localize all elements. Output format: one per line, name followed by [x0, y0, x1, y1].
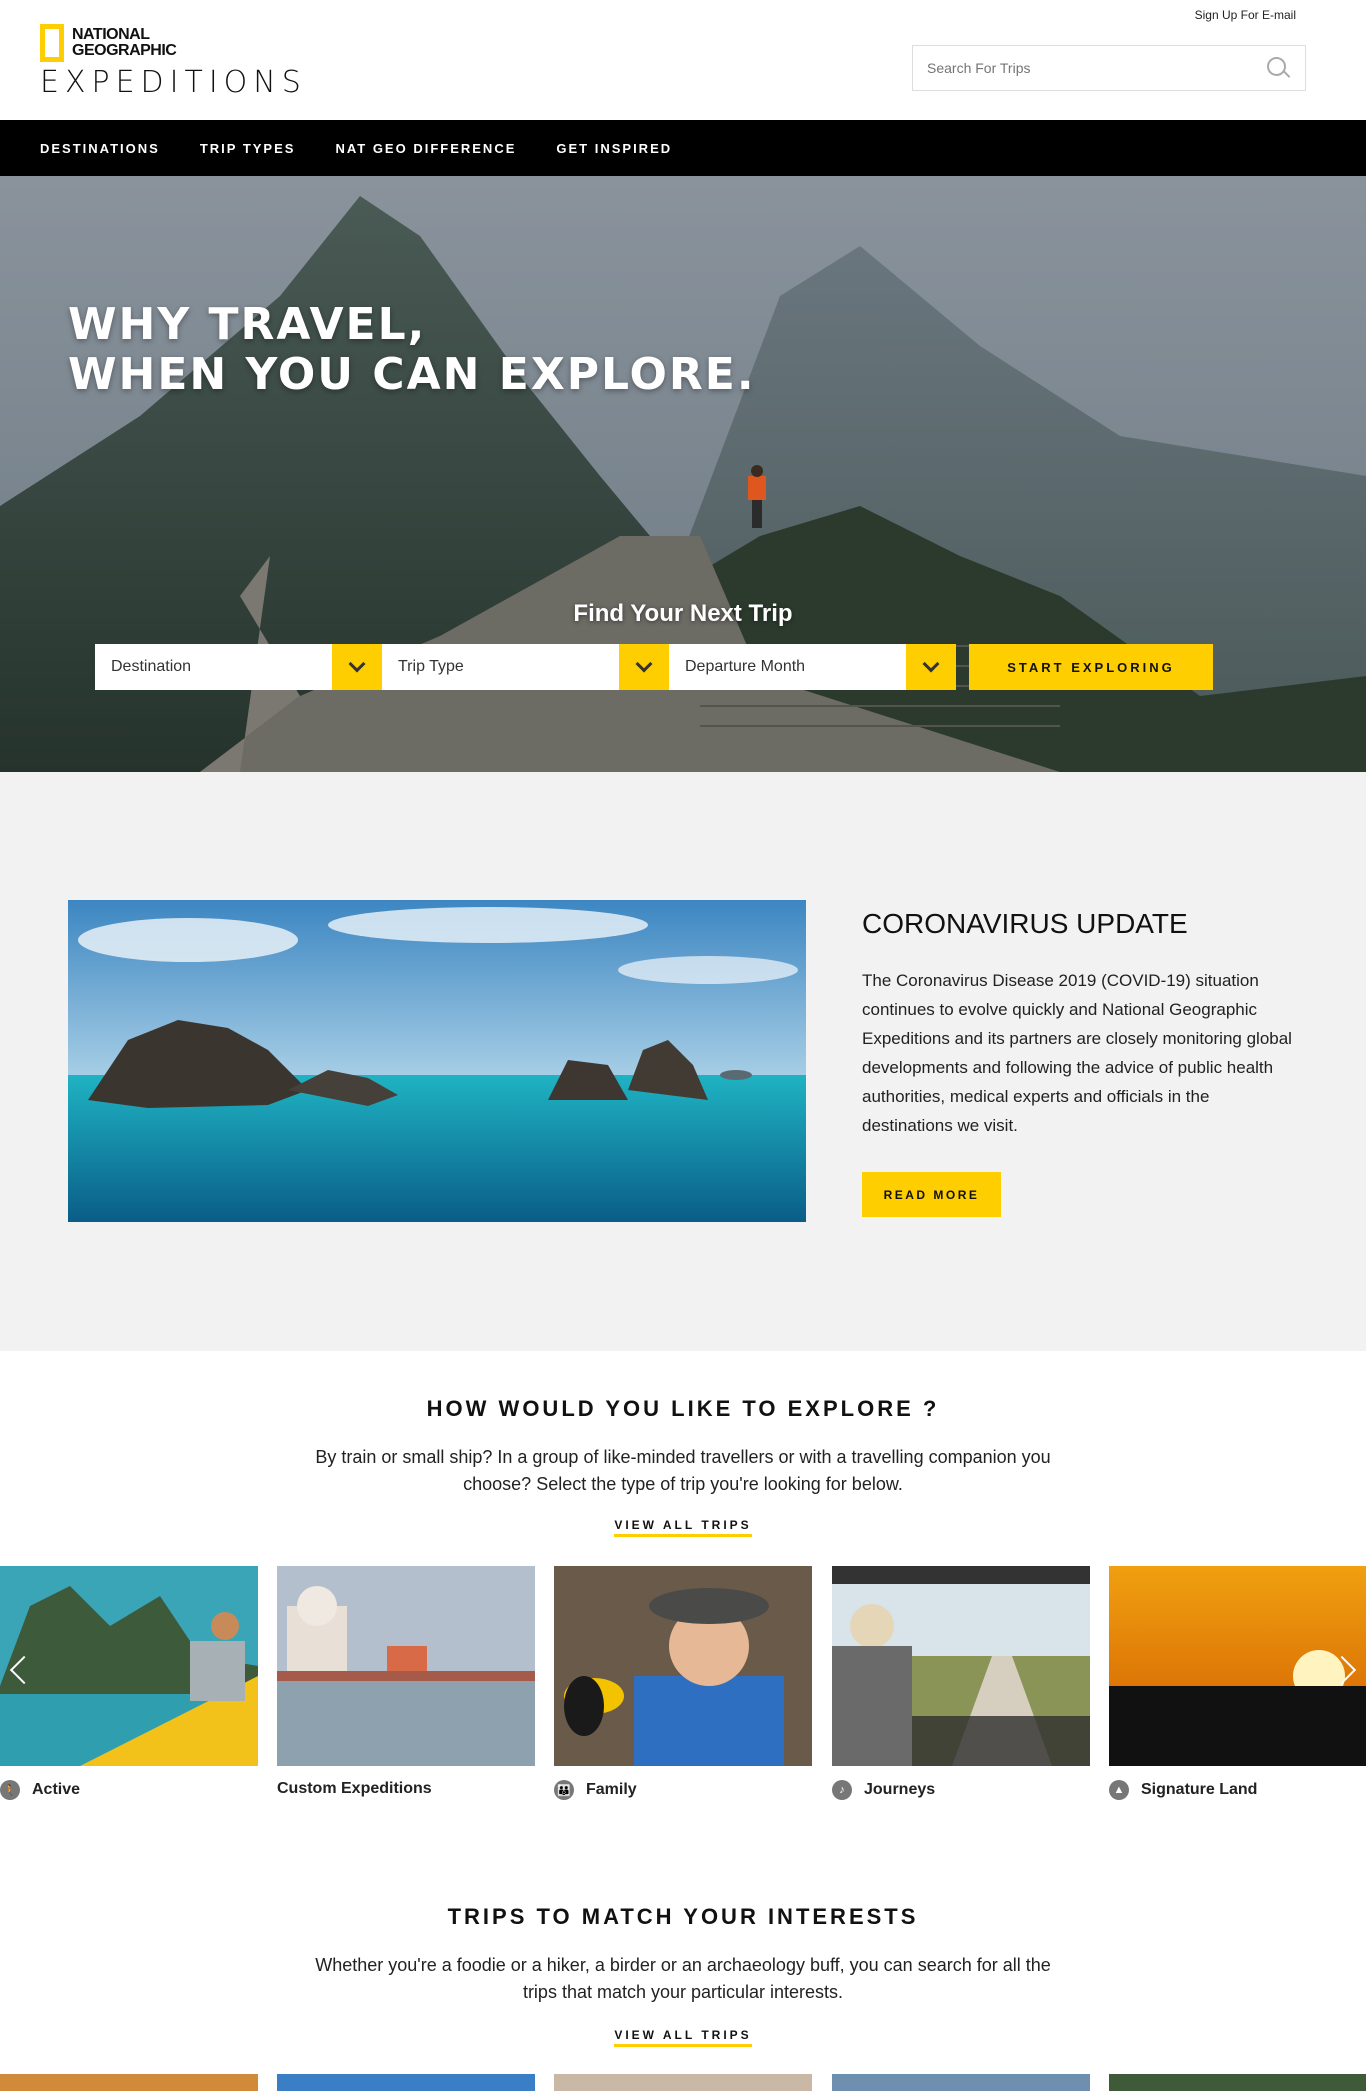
card-label[interactable]: Family	[586, 1781, 637, 1799]
interest-card-image[interactable]	[0, 2074, 258, 2091]
view-all-trips-link-explore[interactable]: VIEW ALL TRIPS	[0, 1516, 1366, 1537]
read-more-button[interactable]: READ MORE	[862, 1172, 1001, 1217]
nav-item-trip-types[interactable]: TRIP TYPES	[200, 141, 296, 156]
find-trip-heading: Find Your Next Trip	[573, 600, 793, 627]
trip-type-dropdown-button[interactable]	[619, 644, 669, 690]
search-input[interactable]	[927, 60, 1265, 76]
trip-type-select[interactable]: Trip Type	[382, 644, 669, 690]
view-all-trips-label[interactable]: VIEW ALL TRIPS	[614, 1518, 752, 1537]
explore-title: HOW WOULD YOU LIKE TO EXPLORE ?	[426, 1396, 940, 1421]
departure-month-select[interactable]: Departure Month	[669, 644, 956, 690]
interests-title: TRIPS TO MATCH YOUR INTERESTS	[447, 1904, 919, 1929]
departure-month-dropdown-button[interactable]	[906, 644, 956, 690]
card-label[interactable]: Custom Expeditions	[277, 1780, 432, 1798]
hero-banner: WHY TRAVEL, WHEN YOU CAN EXPLORE. Find Y…	[0, 176, 1366, 772]
site-header: Sign Up For E-mail NATIONAL GEOGRAPHIC E…	[0, 0, 1366, 120]
interest-card-image[interactable]	[554, 2074, 812, 2091]
departure-month-select-label: Departure Month	[685, 658, 806, 675]
covid-title: CORONAVIRUS UPDATE	[862, 908, 1188, 939]
trip-type-select-label: Trip Type	[398, 658, 464, 675]
interest-card-image[interactable]	[832, 2074, 1090, 2091]
chevron-down-icon	[348, 655, 366, 673]
nav-item-get-inspired[interactable]: GET INSPIRED	[556, 141, 672, 156]
trip-type-carousel: 🚶 Active Custom Expeditions 👪 Family ♪ Jour…	[0, 1566, 1366, 1806]
destination-dropdown-button[interactable]	[332, 644, 382, 690]
active-card-image[interactable]	[0, 1566, 258, 1766]
search-icon[interactable]	[1265, 55, 1291, 81]
nat-geo-yellow-frame-icon	[40, 24, 64, 62]
start-exploring-button[interactable]: START EXPLORING	[969, 644, 1213, 690]
hero-title-line-1: WHY TRAVEL,	[68, 299, 427, 350]
search-box	[912, 45, 1306, 91]
hero-title: WHY TRAVEL, WHEN YOU CAN EXPLORE.	[68, 300, 756, 400]
family-icon: 👪	[554, 1780, 574, 1800]
signature-land-card-image[interactable]	[1109, 1566, 1366, 1766]
logo-text-geographic: GEOGRAPHIC	[72, 42, 177, 59]
logo-text-expeditions: EXPEDITIONS	[40, 65, 307, 100]
coastal-rocks-image	[68, 900, 806, 1222]
view-all-trips-label[interactable]: VIEW ALL TRIPS	[614, 2028, 752, 2047]
card-label[interactable]: Journeys	[864, 1781, 935, 1799]
covid-text: The Coronavirus Disease 2019 (COVID-19) …	[862, 971, 1292, 1135]
card-label[interactable]: Signature Land	[1141, 1781, 1257, 1799]
interests-text: Whether you're a foodie or a hiker, a bi…	[315, 1955, 1051, 2002]
destination-select[interactable]: Destination	[95, 644, 382, 690]
view-all-trips-link-interests[interactable]: VIEW ALL TRIPS	[0, 2026, 1366, 2047]
card-family[interactable]: 👪 Family	[554, 1566, 812, 1800]
hiker-icon: 🚶	[0, 1780, 20, 1800]
destination-select-label: Destination	[111, 658, 192, 675]
journeys-icon: ♪	[832, 1780, 852, 1800]
nav-item-destinations[interactable]: DESTINATIONS	[40, 141, 160, 156]
custom-expeditions-card-image[interactable]	[277, 1566, 535, 1766]
email-signup-link[interactable]: Sign Up For E-mail	[1195, 8, 1296, 22]
trip-finder-form: Destination Trip Type Departure Month ST…	[95, 644, 1213, 690]
hero-title-line-2: WHEN YOU CAN EXPLORE.	[68, 349, 756, 400]
explore-text: By train or small ship? In a group of li…	[315, 1447, 1051, 1494]
family-card-image[interactable]	[554, 1566, 812, 1766]
interest-card-image[interactable]	[277, 2074, 535, 2091]
card-label[interactable]: Active	[32, 1781, 80, 1799]
interest-card-image[interactable]	[1109, 2074, 1366, 2091]
card-custom-expeditions[interactable]: Custom Expeditions	[277, 1566, 535, 1798]
card-signature-land[interactable]: ▲ Signature Land	[1109, 1566, 1366, 1800]
chevron-down-icon	[635, 655, 653, 673]
mountain-icon: ▲	[1109, 1780, 1129, 1800]
logo-text-national: NATIONAL	[72, 26, 150, 43]
main-nav: DESTINATIONS TRIP TYPES NAT GEO DIFFEREN…	[0, 120, 1366, 176]
chevron-down-icon	[922, 655, 940, 673]
nav-item-nat-geo-difference[interactable]: NAT GEO DIFFERENCE	[335, 141, 516, 156]
coronavirus-update-section: CORONAVIRUS UPDATE The Coronavirus Disea…	[0, 772, 1366, 1351]
card-journeys[interactable]: ♪ Journeys	[832, 1566, 1090, 1800]
site-logo[interactable]: NATIONAL GEOGRAPHIC EXPEDITIONS	[40, 24, 307, 98]
journeys-card-image[interactable]	[832, 1566, 1090, 1766]
card-active[interactable]: 🚶 Active	[0, 1566, 258, 1800]
